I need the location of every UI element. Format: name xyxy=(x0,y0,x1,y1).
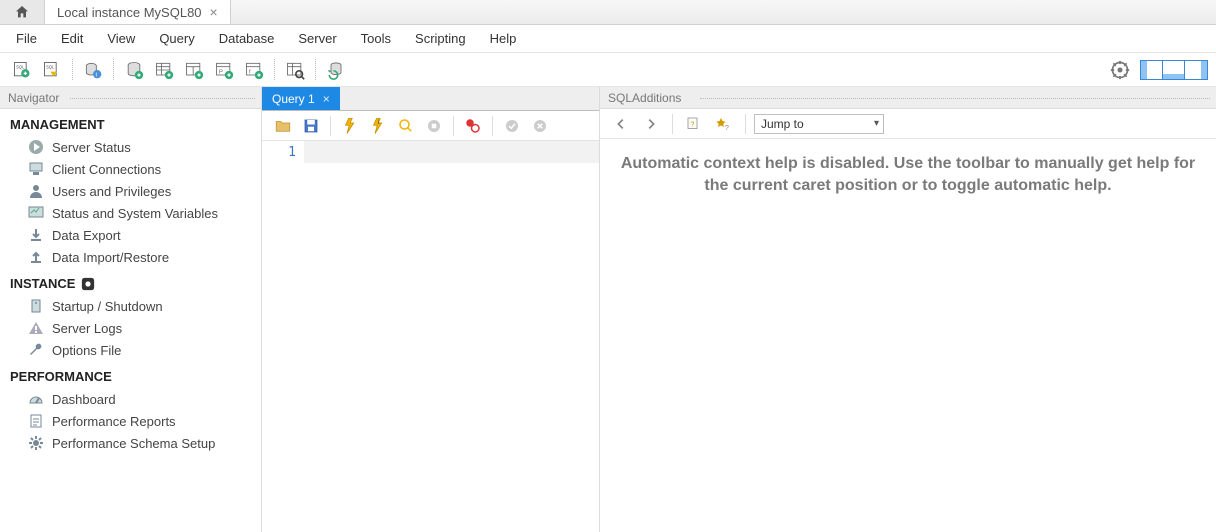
query-pane: Query 1 × I 1 xyxy=(262,87,600,532)
close-icon[interactable]: × xyxy=(323,92,330,106)
toggle-autocommit-button[interactable] xyxy=(460,113,486,139)
menu-scripting[interactable]: Scripting xyxy=(405,27,476,50)
settings-gear-button[interactable] xyxy=(1106,56,1134,84)
connection-tab[interactable]: Local instance MySQL80 × xyxy=(45,0,231,24)
open-sql-file-button[interactable]: SQL xyxy=(38,56,66,84)
current-line-highlight xyxy=(304,141,599,163)
query-tab-label: Query 1 xyxy=(272,92,315,106)
open-file-button[interactable] xyxy=(270,113,296,139)
wrench-icon xyxy=(28,342,44,358)
commit-button[interactable] xyxy=(499,113,525,139)
menu-view[interactable]: View xyxy=(97,27,145,50)
jump-to-select[interactable]: Jump to xyxy=(754,114,884,134)
nav-item-dashboard[interactable]: Dashboard xyxy=(10,388,251,410)
nav-forward-button[interactable] xyxy=(638,111,664,137)
svg-text:SQL: SQL xyxy=(46,64,55,69)
menu-help[interactable]: Help xyxy=(480,27,527,50)
user-icon xyxy=(28,183,44,199)
execute-current-button[interactable]: I xyxy=(365,113,391,139)
navigator-title: Navigator xyxy=(8,91,59,105)
menu-tools[interactable]: Tools xyxy=(351,27,401,50)
connection-tabbar: Local instance MySQL80 × xyxy=(0,0,1216,25)
server-icon xyxy=(28,298,44,314)
nav-item-server-logs[interactable]: Server Logs xyxy=(10,317,251,339)
stop-button[interactable] xyxy=(421,113,447,139)
sqladditions-header: SQLAdditions xyxy=(600,87,1216,109)
navigator-pane: Navigator MANAGEMENT Server Status Clien… xyxy=(0,87,262,532)
line-number: 1 xyxy=(262,145,296,160)
gear-icon xyxy=(28,435,44,451)
home-tab[interactable] xyxy=(0,0,45,24)
svg-text:?: ? xyxy=(725,123,729,132)
nav-item-performance-schema[interactable]: Performance Schema Setup xyxy=(10,432,251,454)
new-function-button[interactable]: f xyxy=(240,56,268,84)
instance-badge-icon xyxy=(81,277,95,291)
nav-item-startup-shutdown[interactable]: Startup / Shutdown xyxy=(10,295,251,317)
toggle-left-panel[interactable] xyxy=(1141,61,1163,79)
explain-button[interactable] xyxy=(393,113,419,139)
warning-icon xyxy=(28,320,44,336)
new-procedure-button[interactable]: P xyxy=(210,56,238,84)
menu-server[interactable]: Server xyxy=(288,27,346,50)
jump-to-label: Jump to xyxy=(761,117,804,131)
sqladditions-title: SQLAdditions xyxy=(608,91,681,105)
import-icon xyxy=(28,249,44,265)
rollback-button[interactable] xyxy=(527,113,553,139)
query-tab-1[interactable]: Query 1 × xyxy=(262,87,340,110)
connection-tab-label: Local instance MySQL80 xyxy=(57,5,202,20)
nav-item-performance-reports[interactable]: Performance Reports xyxy=(10,410,251,432)
sql-editor[interactable]: 1 xyxy=(262,141,599,532)
menubar: File Edit View Query Database Server Too… xyxy=(0,25,1216,53)
query-tabbar: Query 1 × xyxy=(262,87,599,111)
line-gutter: 1 xyxy=(262,141,304,532)
context-help-button[interactable]: ? xyxy=(681,111,707,137)
svg-text:SQL: SQL xyxy=(16,64,25,69)
sqladditions-pane: SQLAdditions ? ? Jump to Automatic conte… xyxy=(600,87,1216,532)
new-sql-tab-button[interactable]: SQL xyxy=(8,56,36,84)
new-table-button[interactable] xyxy=(150,56,178,84)
auto-help-toggle-button[interactable]: ? xyxy=(711,111,737,137)
save-button[interactable] xyxy=(298,113,324,139)
nav-item-server-status[interactable]: Server Status xyxy=(10,136,251,158)
new-view-button[interactable] xyxy=(180,56,208,84)
panel-layout-switcher[interactable] xyxy=(1140,60,1208,80)
nav-item-users-privileges[interactable]: Users and Privileges xyxy=(10,180,251,202)
nav-back-button[interactable] xyxy=(608,111,634,137)
nav-item-client-connections[interactable]: Client Connections xyxy=(10,158,251,180)
nav-item-options-file[interactable]: Options File xyxy=(10,339,251,361)
main-toolbar: SQL SQL i P f xyxy=(0,53,1216,87)
nav-item-data-export[interactable]: Data Export xyxy=(10,224,251,246)
navigator-header: Navigator xyxy=(0,87,261,109)
nav-item-status-variables[interactable]: Status and System Variables xyxy=(10,202,251,224)
menu-database[interactable]: Database xyxy=(209,27,285,50)
menu-file[interactable]: File xyxy=(6,27,47,50)
home-icon xyxy=(14,4,30,20)
nav-heading-performance: PERFORMANCE xyxy=(10,369,251,384)
main-area: Navigator MANAGEMENT Server Status Clien… xyxy=(0,87,1216,532)
play-circle-icon xyxy=(28,139,44,155)
close-icon[interactable]: × xyxy=(210,4,218,20)
svg-text:P: P xyxy=(219,69,223,75)
export-icon xyxy=(28,227,44,243)
connections-icon xyxy=(28,161,44,177)
execute-button[interactable] xyxy=(337,113,363,139)
new-schema-button[interactable] xyxy=(120,56,148,84)
svg-text:?: ? xyxy=(690,119,694,128)
gauge-icon xyxy=(28,391,44,407)
query-toolbar: I xyxy=(262,111,599,141)
monitor-icon xyxy=(28,205,44,221)
menu-edit[interactable]: Edit xyxy=(51,27,93,50)
nav-item-data-import[interactable]: Data Import/Restore xyxy=(10,246,251,268)
toggle-bottom-panel[interactable] xyxy=(1163,61,1185,79)
nav-heading-management: MANAGEMENT xyxy=(10,117,251,132)
report-icon xyxy=(28,413,44,429)
menu-query[interactable]: Query xyxy=(149,27,204,50)
inspector-button[interactable]: i xyxy=(79,56,107,84)
sqladditions-help-text: Automatic context help is disabled. Use … xyxy=(600,139,1216,212)
nav-heading-instance: INSTANCE xyxy=(10,276,251,291)
reconnect-button[interactable] xyxy=(322,56,350,84)
sqladditions-toolbar: ? ? Jump to xyxy=(600,109,1216,139)
search-table-button[interactable] xyxy=(281,56,309,84)
toggle-right-panel[interactable] xyxy=(1185,61,1207,79)
